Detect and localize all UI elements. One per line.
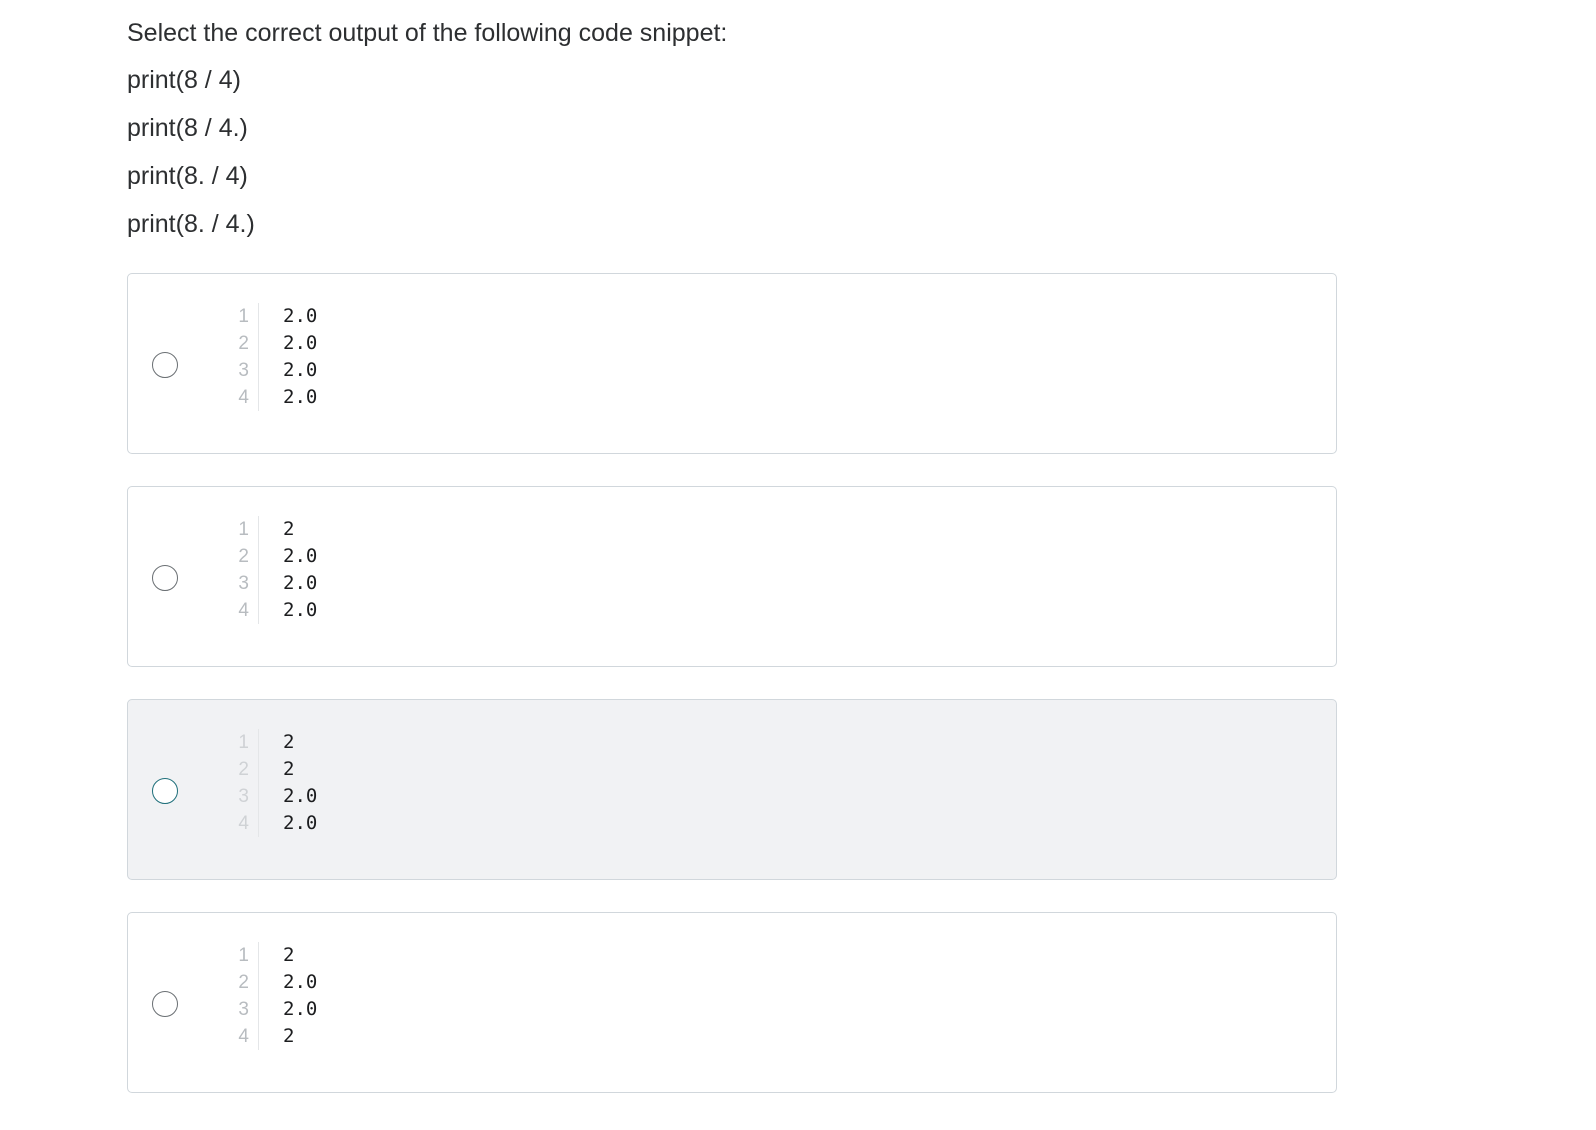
code-output-1: 1 2 3 4 2.0 2.0 2.0 2.0 (212, 303, 317, 411)
line-number: 4 (238, 600, 249, 621)
line-number: 1 (238, 519, 249, 540)
line-number: 2 (238, 759, 249, 780)
line-number: 1 (238, 945, 249, 966)
code-line: 2.0 (283, 305, 318, 327)
line-number: 3 (238, 360, 249, 381)
code-line: 2.0 (283, 386, 318, 408)
code-line: 2.0 (283, 545, 318, 567)
question-code-line: print(8 / 4) (127, 66, 241, 94)
question-prompt: Select the correct output of the followi… (127, 19, 728, 47)
code-line: 2.0 (283, 785, 318, 807)
question-block: Select the correct output of the followi… (127, 14, 1427, 253)
code-line: 2 (283, 1025, 295, 1047)
code-lines: 2 2 2.0 2.0 (259, 729, 317, 837)
line-number: 3 (238, 999, 249, 1020)
code-line: 2.0 (283, 332, 318, 354)
line-number: 2 (238, 972, 249, 993)
code-line: 2 (283, 758, 295, 780)
question-code-line: print(8 / 4.) (127, 114, 248, 142)
line-number-gutter: 1 2 3 4 (212, 942, 259, 1050)
line-number: 4 (238, 1026, 249, 1047)
line-number-gutter: 1 2 3 4 (212, 516, 259, 624)
answer-options: 1 2 3 4 2.0 2.0 2.0 2.0 1 2 3 4 2 2.0 2.… (127, 273, 1337, 1125)
code-output-2: 1 2 3 4 2 2.0 2.0 2.0 (212, 516, 317, 624)
line-number: 1 (238, 732, 249, 753)
code-line: 2.0 (283, 572, 318, 594)
answer-option-1[interactable]: 1 2 3 4 2.0 2.0 2.0 2.0 (127, 273, 1337, 454)
line-number: 3 (238, 573, 249, 594)
question-code-line: print(8. / 4) (127, 162, 248, 190)
line-number: 4 (238, 813, 249, 834)
line-number: 2 (238, 546, 249, 567)
line-number-gutter: 1 2 3 4 (212, 303, 259, 411)
line-number: 4 (238, 387, 249, 408)
line-number-gutter: 1 2 3 4 (212, 729, 259, 837)
radio-button-2[interactable] (152, 565, 178, 591)
code-line: 2 (283, 518, 295, 540)
answer-option-2[interactable]: 1 2 3 4 2 2.0 2.0 2.0 (127, 486, 1337, 667)
code-line: 2 (283, 944, 295, 966)
question-code-line: print(8. / 4.) (127, 210, 255, 238)
line-number: 3 (238, 786, 249, 807)
code-lines: 2.0 2.0 2.0 2.0 (259, 303, 317, 411)
code-line: 2.0 (283, 812, 318, 834)
radio-button-1[interactable] (152, 352, 178, 378)
answer-option-4[interactable]: 1 2 3 4 2 2.0 2.0 2 (127, 912, 1337, 1093)
line-number: 1 (238, 306, 249, 327)
code-line: 2.0 (283, 359, 318, 381)
code-line: 2.0 (283, 998, 318, 1020)
code-line: 2.0 (283, 971, 318, 993)
code-line: 2 (283, 731, 295, 753)
answer-option-3[interactable]: 1 2 3 4 2 2 2.0 2.0 (127, 699, 1337, 880)
radio-button-3[interactable] (152, 778, 178, 804)
line-number: 2 (238, 333, 249, 354)
code-line: 2.0 (283, 599, 318, 621)
code-output-3: 1 2 3 4 2 2 2.0 2.0 (212, 729, 317, 837)
radio-button-4[interactable] (152, 991, 178, 1017)
code-output-4: 1 2 3 4 2 2.0 2.0 2 (212, 942, 317, 1050)
code-lines: 2 2.0 2.0 2.0 (259, 516, 317, 624)
code-lines: 2 2.0 2.0 2 (259, 942, 317, 1050)
